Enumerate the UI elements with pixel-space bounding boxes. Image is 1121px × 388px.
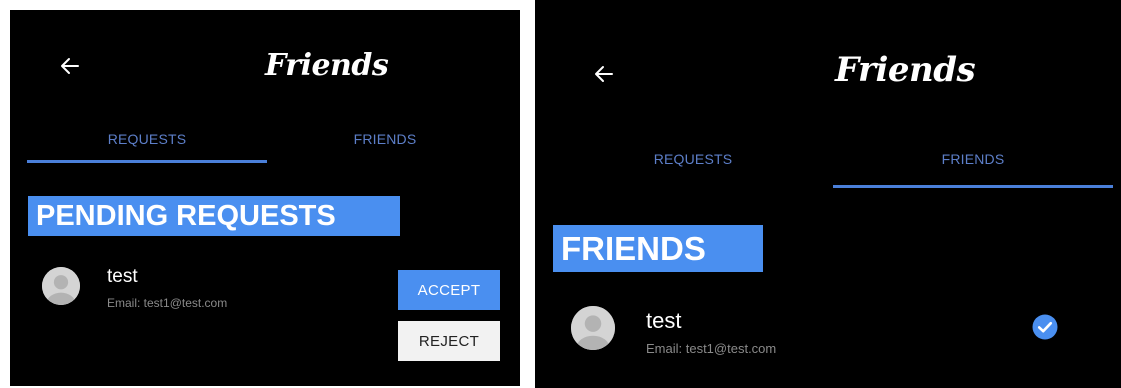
back-button[interactable]: [52, 48, 88, 84]
check-circle-icon: [1032, 314, 1058, 340]
tab-friends-label: FRIENDS: [941, 151, 1005, 167]
tab-friends-label: FRIENDS: [353, 131, 417, 147]
section-header: FRIENDS: [553, 225, 763, 272]
reject-button[interactable]: REJECT: [398, 321, 500, 361]
tab-requests-label: REQUESTS: [107, 131, 187, 147]
tab-active-indicator: [27, 160, 267, 163]
tab-requests[interactable]: REQUESTS: [555, 145, 831, 173]
arrow-left-icon: [595, 66, 613, 82]
avatar: [571, 306, 615, 350]
tab-active-indicator: [833, 185, 1113, 188]
person-avatar-icon: [571, 306, 615, 350]
request-user-name: test: [107, 266, 138, 287]
accept-button[interactable]: ACCEPT: [398, 270, 500, 310]
back-button[interactable]: [586, 56, 622, 92]
arrow-left-icon: [61, 58, 79, 74]
friend-user-email: Email: test1@test.com: [646, 341, 777, 356]
tab-requests[interactable]: REQUESTS: [28, 126, 266, 152]
friends-requests-screen: Friends REQUESTS FRIENDS PENDING REQUEST…: [10, 10, 520, 386]
tab-friends[interactable]: FRIENDS: [270, 126, 500, 152]
friends-list-screen: Friends REQUESTS FRIENDS FRIENDS test Em…: [535, 0, 1121, 388]
friend-user-name: test: [646, 308, 682, 333]
page-title: Friends: [265, 48, 389, 83]
page-title: Friends: [835, 50, 976, 90]
avatar: [42, 267, 80, 305]
person-avatar-icon: [42, 267, 80, 305]
request-user-email: Email: test1@test.com: [107, 296, 228, 310]
tab-requests-label: REQUESTS: [653, 151, 733, 167]
section-header: PENDING REQUESTS: [28, 196, 400, 236]
tab-friends[interactable]: FRIENDS: [835, 145, 1111, 173]
